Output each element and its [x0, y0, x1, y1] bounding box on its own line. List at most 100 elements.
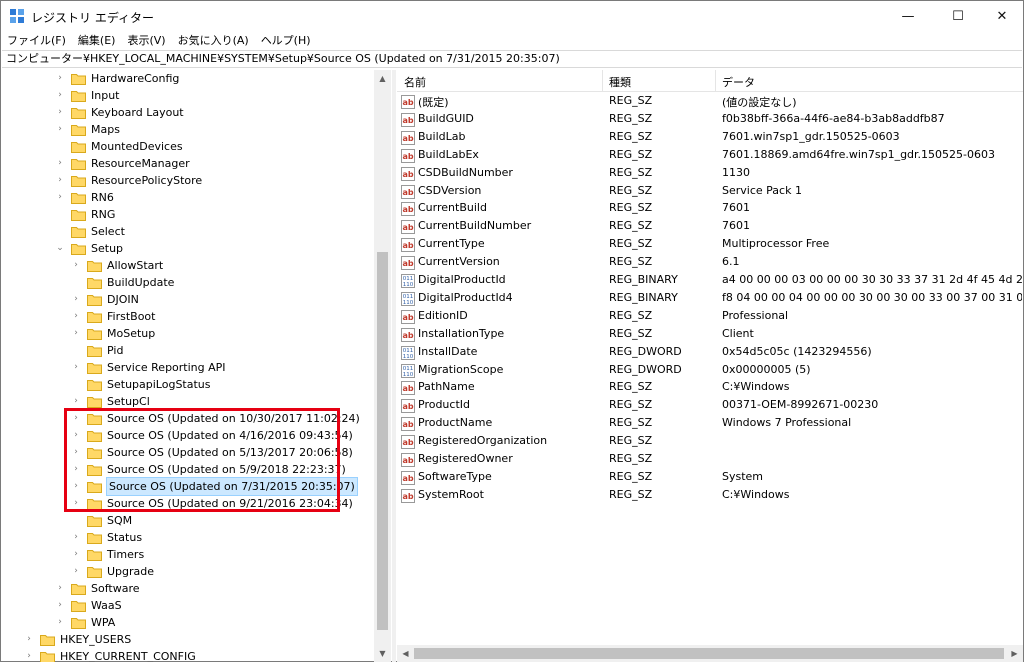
- tree-item[interactable]: › MoSetup: [71, 325, 155, 342]
- scroll-down-arrow-icon[interactable]: ▼: [374, 645, 391, 662]
- value-list-pane[interactable]: 名前 種類 データ ab (既定) REG_SZ (値の設定なし) ab BuildGUI…: [397, 70, 1023, 662]
- tree-item[interactable]: › HKEY_USERS: [24, 631, 131, 648]
- value-row[interactable]: ab ProductName REG_SZ Windows 7 Professiona…: [397, 415, 1023, 433]
- chevron-right-icon[interactable]: [55, 223, 65, 240]
- value-row[interactable]: ab CurrentBuild REG_SZ 7601: [397, 200, 1023, 218]
- tree-item[interactable]: RNG: [55, 206, 115, 223]
- close-button[interactable]: ✕: [979, 1, 1024, 31]
- value-row[interactable]: ab BuildLabEx REG_SZ 7601.18869.amd64fre.wi…: [397, 147, 1023, 165]
- chevron-right-icon[interactable]: ›: [71, 529, 81, 546]
- tree-item[interactable]: › Service Reporting API: [71, 359, 225, 376]
- value-row[interactable]: ab SystemRoot REG_SZ C:¥Windows: [397, 487, 1023, 505]
- tree-item[interactable]: › Maps: [55, 121, 120, 138]
- value-row[interactable]: ab SoftwareType REG_SZ System: [397, 469, 1023, 487]
- value-row[interactable]: ab CurrentType REG_SZ Multiprocessor Free: [397, 236, 1023, 254]
- chevron-right-icon[interactable]: ›: [55, 189, 65, 206]
- value-row[interactable]: ab BuildGUID REG_SZ f0b38bff-366a-44f6-ae84…: [397, 111, 1023, 129]
- column-header-type[interactable]: 種類: [609, 74, 631, 90]
- column-separator[interactable]: [602, 70, 603, 92]
- value-row[interactable]: ab ProductId REG_SZ 00371-OEM-8992671-00230: [397, 397, 1023, 415]
- value-row[interactable]: 011 110 MigrationScope REG_DWORD 0x00000005 …: [397, 362, 1023, 380]
- column-header-name[interactable]: 名前: [404, 74, 426, 90]
- tree-item[interactable]: › Timers: [71, 546, 144, 563]
- tree-item[interactable]: › RN6: [55, 189, 114, 206]
- chevron-right-icon[interactable]: [55, 206, 65, 223]
- value-row[interactable]: ab CSDBuildNumber REG_SZ 1130: [397, 165, 1023, 183]
- tree-item[interactable]: › Upgrade: [71, 563, 154, 580]
- tree-item[interactable]: › ResourcePolicyStore: [55, 172, 202, 189]
- chevron-right-icon[interactable]: ›: [71, 308, 81, 325]
- minimize-button[interactable]: —: [885, 1, 931, 31]
- value-row[interactable]: ab PathName REG_SZ C:¥Windows: [397, 379, 1023, 397]
- tree-item[interactable]: BuildUpdate: [71, 274, 174, 291]
- chevron-right-icon[interactable]: [71, 274, 81, 291]
- tree-item[interactable]: › WaaS: [55, 597, 121, 614]
- chevron-right-icon[interactable]: ›: [71, 359, 81, 376]
- chevron-right-icon[interactable]: ›: [55, 172, 65, 189]
- value-row[interactable]: ab EditionID REG_SZ Professional: [397, 308, 1023, 326]
- menu-favorites[interactable]: お気に入り(A): [178, 32, 249, 48]
- title-bar[interactable]: レジストリ エディター — ☐ ✕: [1, 1, 1023, 31]
- value-row[interactable]: ab (既定) REG_SZ (値の設定なし): [397, 93, 1023, 111]
- tree-item[interactable]: › Keyboard Layout: [55, 104, 183, 121]
- value-row[interactable]: 011 110 DigitalProductId REG_BINARY a4 00 00…: [397, 272, 1023, 290]
- value-row[interactable]: ab CSDVersion REG_SZ Service Pack 1: [397, 183, 1023, 201]
- column-header-data[interactable]: データ: [722, 74, 755, 90]
- chevron-right-icon[interactable]: ›: [55, 580, 65, 597]
- maximize-button[interactable]: ☐: [935, 1, 981, 31]
- menu-view[interactable]: 表示(V): [127, 32, 165, 48]
- tree-item[interactable]: Select: [55, 223, 125, 240]
- tree-item[interactable]: › Status: [71, 529, 142, 546]
- value-row[interactable]: ab InstallationType REG_SZ Client: [397, 326, 1023, 344]
- pane-splitter[interactable]: [392, 70, 396, 662]
- key-tree-pane[interactable]: › HardwareConfig › Input › Keyboard Layout › Ma…: [2, 70, 392, 662]
- chevron-right-icon[interactable]: ›: [71, 546, 81, 563]
- chevron-right-icon[interactable]: ›: [24, 631, 34, 648]
- chevron-right-icon[interactable]: ›: [55, 104, 65, 121]
- scroll-up-arrow-icon[interactable]: ▲: [374, 70, 391, 87]
- value-row[interactable]: ab CurrentVersion REG_SZ 6.1: [397, 254, 1023, 272]
- tree-item[interactable]: SetupapiLogStatus: [71, 376, 211, 393]
- tree-item[interactable]: › HKEY_CURRENT_CONFIG: [24, 648, 196, 662]
- value-row[interactable]: ab RegisteredOwner REG_SZ: [397, 451, 1023, 469]
- chevron-right-icon[interactable]: [55, 138, 65, 155]
- tree-item[interactable]: › ResourceManager: [55, 155, 189, 172]
- chevron-right-icon[interactable]: ›: [71, 291, 81, 308]
- chevron-right-icon[interactable]: [71, 342, 81, 359]
- tree-vertical-scrollbar[interactable]: ▲ ▼: [374, 70, 391, 662]
- value-row[interactable]: ab CurrentBuildNumber REG_SZ 7601: [397, 218, 1023, 236]
- chevron-right-icon[interactable]: ›: [71, 563, 81, 580]
- chevron-right-icon[interactable]: ›: [55, 70, 65, 87]
- menu-edit[interactable]: 編集(E): [78, 32, 116, 48]
- chevron-right-icon[interactable]: ›: [71, 325, 81, 342]
- scroll-left-arrow-icon[interactable]: ◀: [397, 645, 414, 662]
- chevron-right-icon[interactable]: ›: [55, 155, 65, 172]
- menu-file[interactable]: ファイル(F): [7, 32, 66, 48]
- chevron-right-icon[interactable]: [71, 512, 81, 529]
- list-horizontal-scrollbar[interactable]: ◀ ▶: [397, 645, 1023, 662]
- chevron-right-icon[interactable]: ›: [55, 121, 65, 138]
- list-scroll-thumb[interactable]: [414, 648, 1004, 659]
- value-row[interactable]: 011 110 InstallDate REG_DWORD 0x54d5c05c (14…: [397, 344, 1023, 362]
- column-separator[interactable]: [715, 70, 716, 92]
- address-bar[interactable]: コンピューター¥HKEY_LOCAL_MACHINE¥SYSTEM¥Setup¥…: [2, 50, 1022, 68]
- tree-item[interactable]: › DJOIN: [71, 291, 139, 308]
- chevron-right-icon[interactable]: ›: [55, 597, 65, 614]
- tree-item[interactable]: › Input: [55, 87, 119, 104]
- chevron-right-icon[interactable]: ›: [55, 87, 65, 104]
- tree-item[interactable]: Pid: [71, 342, 123, 359]
- menu-help[interactable]: ヘルプ(H): [261, 32, 311, 48]
- tree-item[interactable]: SQM: [71, 512, 132, 529]
- tree-item[interactable]: ⌄ Setup: [55, 240, 123, 257]
- tree-item[interactable]: MountedDevices: [55, 138, 183, 155]
- value-row[interactable]: ab BuildLab REG_SZ 7601.win7sp1_gdr.150525-…: [397, 129, 1023, 147]
- tree-item[interactable]: › Software: [55, 580, 139, 597]
- value-row[interactable]: 011 110 DigitalProductId4 REG_BINARY f8 04 0…: [397, 290, 1023, 308]
- tree-scroll-thumb[interactable]: [377, 252, 388, 630]
- tree-item[interactable]: › HardwareConfig: [55, 70, 179, 87]
- chevron-right-icon[interactable]: [71, 376, 81, 393]
- scroll-right-arrow-icon[interactable]: ▶: [1006, 645, 1023, 662]
- tree-item[interactable]: › WPA: [55, 614, 115, 631]
- chevron-down-icon[interactable]: ⌄: [55, 240, 65, 257]
- chevron-right-icon[interactable]: ›: [55, 614, 65, 631]
